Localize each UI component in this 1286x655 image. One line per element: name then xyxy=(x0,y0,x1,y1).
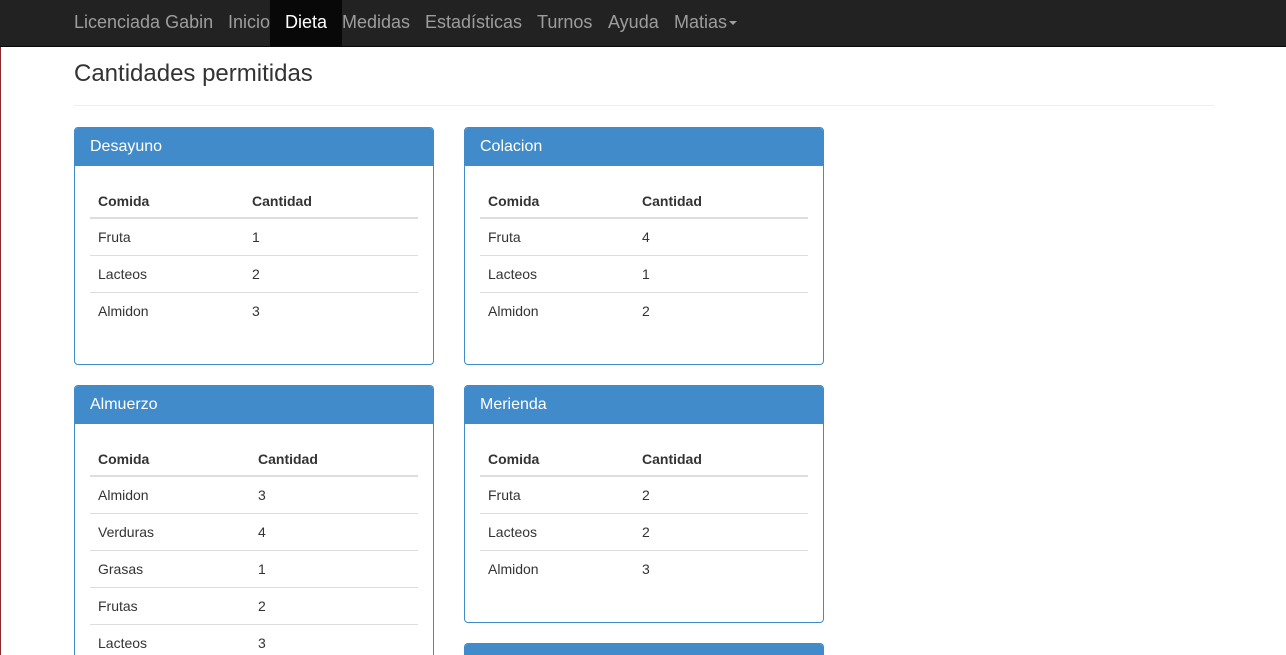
amount-cell: 4 xyxy=(642,228,650,245)
food-cell: Almidon xyxy=(98,486,149,503)
panel-desayuno: Desayuno Comida Cantidad Fruta 1 Lacteos 2… xyxy=(74,127,434,365)
table-row: Fruta 4 xyxy=(480,218,808,255)
panel-heading: Desayuno xyxy=(75,128,433,166)
panel-heading: Merienda xyxy=(465,386,823,424)
food-cell: Fruta xyxy=(488,486,521,503)
food-cell: Almidon xyxy=(480,549,634,587)
table-row: Almidon 2 xyxy=(480,291,808,329)
col-header-comida: Comida xyxy=(480,439,634,477)
food-table: Comida Cantidad Almidon 3 Verduras 4 Grasa… xyxy=(90,439,418,655)
page-left-edge xyxy=(0,47,1,655)
food-cell: Grasas xyxy=(90,549,250,587)
table-row: Fruta 1 xyxy=(90,218,418,255)
amount-cell: 2 xyxy=(244,254,418,292)
food-cell: Almidon xyxy=(480,291,634,329)
panel-heading xyxy=(465,644,823,655)
panel-almuerzo: Almuerzo Comida Cantidad Almidon 3 Verdur… xyxy=(74,385,434,655)
amount-cell: 1 xyxy=(634,254,808,292)
amount-cell: 3 xyxy=(258,486,266,503)
col-header-comida: Comida xyxy=(90,181,244,219)
col-header-cantidad: Cantidad xyxy=(634,181,808,219)
food-cell: Lacteos xyxy=(480,512,634,550)
amount-cell: 3 xyxy=(634,549,808,587)
top-navbar: Licenciada Gabin Inicio Dieta Medidas Es… xyxy=(0,0,1286,47)
amount-cell: 2 xyxy=(250,586,418,624)
table-row: Grasas 1 xyxy=(90,549,418,587)
table-row: Lacteos 3 xyxy=(90,623,418,655)
col-header-comida: Comida xyxy=(480,181,634,219)
amount-cell: 1 xyxy=(250,549,418,587)
col-header-cantidad: Cantidad xyxy=(634,439,808,477)
food-cell: Verduras xyxy=(90,512,250,550)
nav-item-estadisticas[interactable]: Estadísticas xyxy=(410,0,537,47)
food-table: Comida Cantidad Fruta 4 Lacteos 1 Almidon 2 xyxy=(480,181,808,329)
nav-user-dropdown[interactable]: Matias xyxy=(659,0,752,47)
table-row: Frutas 2 xyxy=(90,586,418,624)
panel-colacion: Colacion Comida Cantidad Fruta 4 Lacteos 1… xyxy=(464,127,824,365)
amount-cell: 3 xyxy=(250,623,418,655)
panel-heading: Colacion xyxy=(465,128,823,166)
col-header-cantidad: Cantidad xyxy=(244,181,418,219)
amount-cell: 1 xyxy=(252,228,260,245)
food-table: Comida Cantidad Fruta 2 Lacteos 2 Almidon 3 xyxy=(480,439,808,587)
panel-merienda: Merienda Comida Cantidad Fruta 2 Lacteos 2… xyxy=(464,385,824,623)
nav-brand[interactable]: Licenciada Gabin xyxy=(74,0,213,47)
food-cell: Lacteos xyxy=(90,254,244,292)
col-header-comida: Comida xyxy=(90,439,250,477)
table-row: Almidon 3 xyxy=(90,476,418,513)
food-cell: Frutas xyxy=(90,586,250,624)
food-cell: Lacteos xyxy=(480,254,634,292)
title-divider xyxy=(74,105,1214,106)
food-cell: Fruta xyxy=(98,228,131,245)
amount-cell: 2 xyxy=(642,486,650,503)
amount-cell: 3 xyxy=(244,291,418,329)
nav-user-label: Matias xyxy=(674,12,728,32)
table-row: Almidon 3 xyxy=(480,549,808,587)
food-cell: Fruta xyxy=(488,228,521,245)
table-row: Fruta 2 xyxy=(480,476,808,513)
caret-down-icon xyxy=(729,21,738,26)
amount-cell: 2 xyxy=(634,512,808,550)
food-cell: Almidon xyxy=(90,291,244,329)
table-row: Lacteos 2 xyxy=(480,512,808,550)
table-row: Almidon 3 xyxy=(90,291,418,329)
food-table: Comida Cantidad Fruta 1 Lacteos 2 Almidon 3 xyxy=(90,181,418,329)
table-row: Lacteos 1 xyxy=(480,254,808,292)
table-row: Lacteos 2 xyxy=(90,254,418,292)
amount-cell: 4 xyxy=(250,512,418,550)
table-row: Verduras 4 xyxy=(90,512,418,550)
food-cell: Lacteos xyxy=(90,623,250,655)
col-header-cantidad: Cantidad xyxy=(250,439,418,477)
panel-heading: Almuerzo xyxy=(75,386,433,424)
amount-cell: 2 xyxy=(634,291,808,329)
panel-partial xyxy=(464,643,824,655)
page-title: Cantidades permitidas xyxy=(74,60,313,87)
